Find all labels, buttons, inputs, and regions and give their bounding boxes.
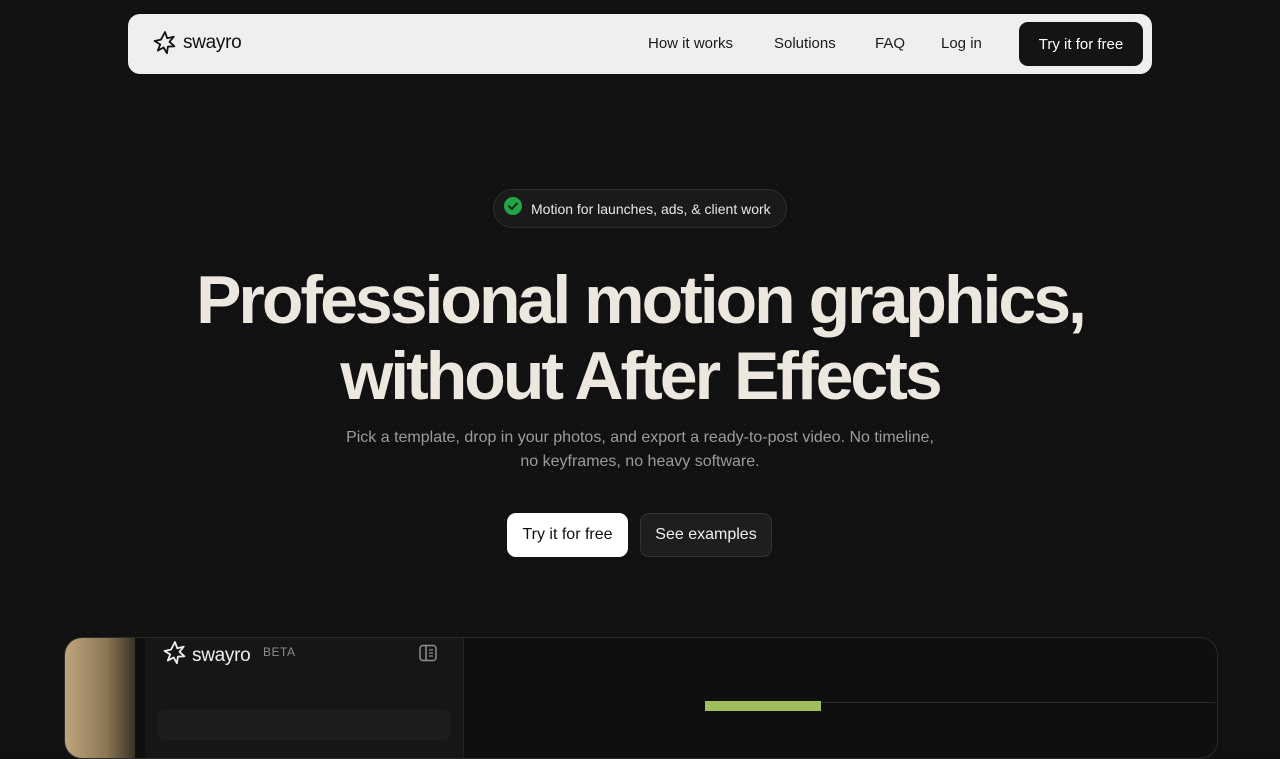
flower-star-icon [152,30,178,56]
hero-badge: Motion for launches, ads, & client work [493,189,787,228]
hero-badge-text: Motion for launches, ads, & client work [531,200,771,217]
nav-link-faq[interactable]: FAQ [875,35,905,52]
brand-logo-text: swayro [183,32,242,53]
top-navbar: swayro How it works Solutions FAQ Log in… [128,14,1152,74]
hero-see-examples-button[interactable]: See examples [640,513,772,557]
hero-title-line-1: Professional motion graphics, [196,262,1087,338]
preview-sidebar-field[interactable] [157,710,451,740]
check-circle-icon [504,197,522,220]
sidebar-toggle-icon[interactable] [418,643,438,668]
hero-title-line-2: without After Effects [340,338,942,414]
preview-brand-logo: swayro [162,640,251,671]
nav-link-log-in[interactable]: Log in [941,35,982,52]
nav-link-how-it-works[interactable]: How it works [648,35,733,52]
preview-image-strip [65,638,135,758]
nav-try-free-button[interactable]: Try it for free [1019,22,1143,66]
hero-title: Professional motion graphics, without Af… [0,262,1280,414]
hero-try-free-button[interactable]: Try it for free [507,513,628,557]
brand-logo[interactable]: swayro [152,30,242,56]
beta-badge: BETA [263,645,296,659]
nav-link-solutions[interactable]: Solutions [774,35,836,52]
flower-star-icon [162,640,188,671]
preview-progress-bar [705,701,821,711]
hero-subtitle: Pick a template, drop in your photos, an… [346,429,934,470]
app-preview-window: swayro BETA [64,637,1218,759]
preview-brand-logo-text: swayro [192,644,251,666]
